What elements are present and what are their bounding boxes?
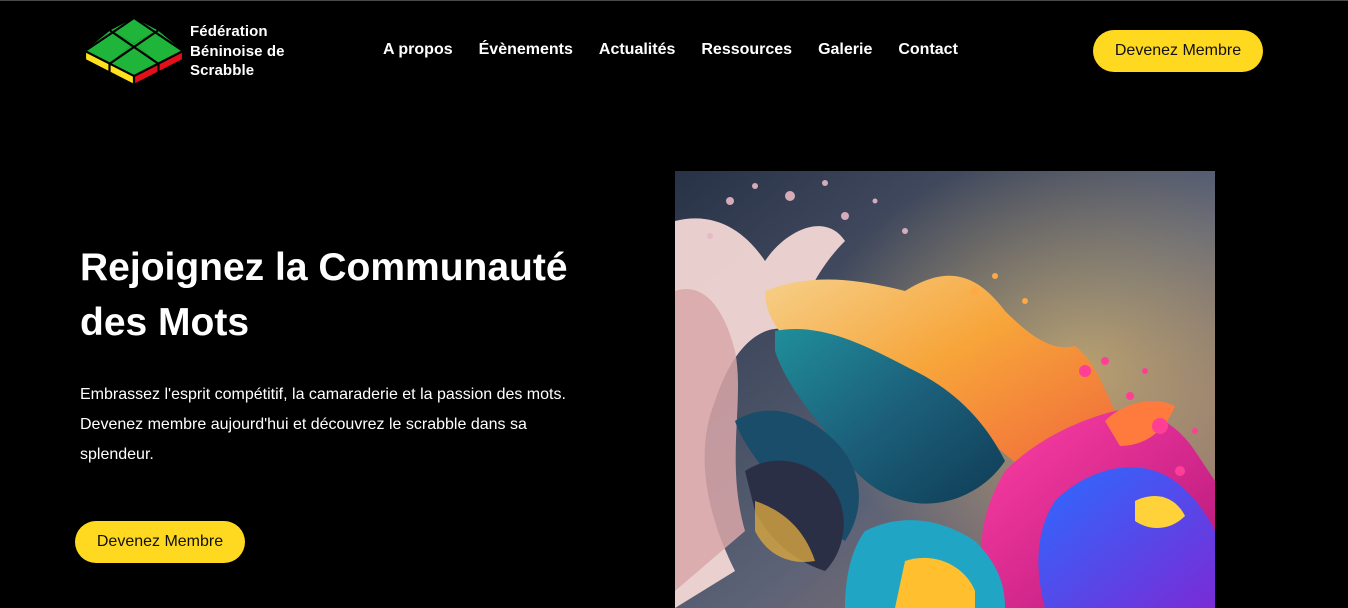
main-nav: A propos Évènements Actualités Ressource…	[370, 39, 971, 61]
site-header: Fédération Béninoise de Scrabble A propo…	[0, 0, 1348, 100]
hero-description: Embrassez l'esprit compétitif, la camara…	[80, 386, 566, 463]
nav-item-actualites[interactable]: Actualités	[586, 41, 688, 59]
paint-splash-image	[675, 171, 1215, 608]
hero-become-member-button[interactable]: Devenez Membre	[75, 521, 245, 563]
site-logo[interactable]: Fédération Béninoise de Scrabble	[84, 17, 294, 85]
header-become-member-button[interactable]: Devenez Membre	[1093, 30, 1263, 72]
hero-title: Rejoignez la Communauté des Mots	[80, 246, 568, 344]
nav-item-galerie[interactable]: Galerie	[805, 41, 885, 59]
site-name-line-2: Béninoise de	[190, 42, 285, 60]
hero-image	[675, 171, 1215, 608]
nav-item-ressources[interactable]: Ressources	[688, 41, 805, 59]
site-name-line-3: Scrabble	[190, 62, 255, 79]
nav-item-a-propos[interactable]: A propos	[370, 41, 466, 59]
site-name: Fédération Béninoise de Scrabble	[190, 22, 300, 81]
scrabble-board-logo-icon	[84, 17, 184, 85]
nav-item-contact[interactable]: Contact	[885, 41, 971, 59]
nav-item-evenements[interactable]: Évènements	[466, 41, 586, 59]
site-name-line-1: Fédération	[190, 23, 268, 40]
